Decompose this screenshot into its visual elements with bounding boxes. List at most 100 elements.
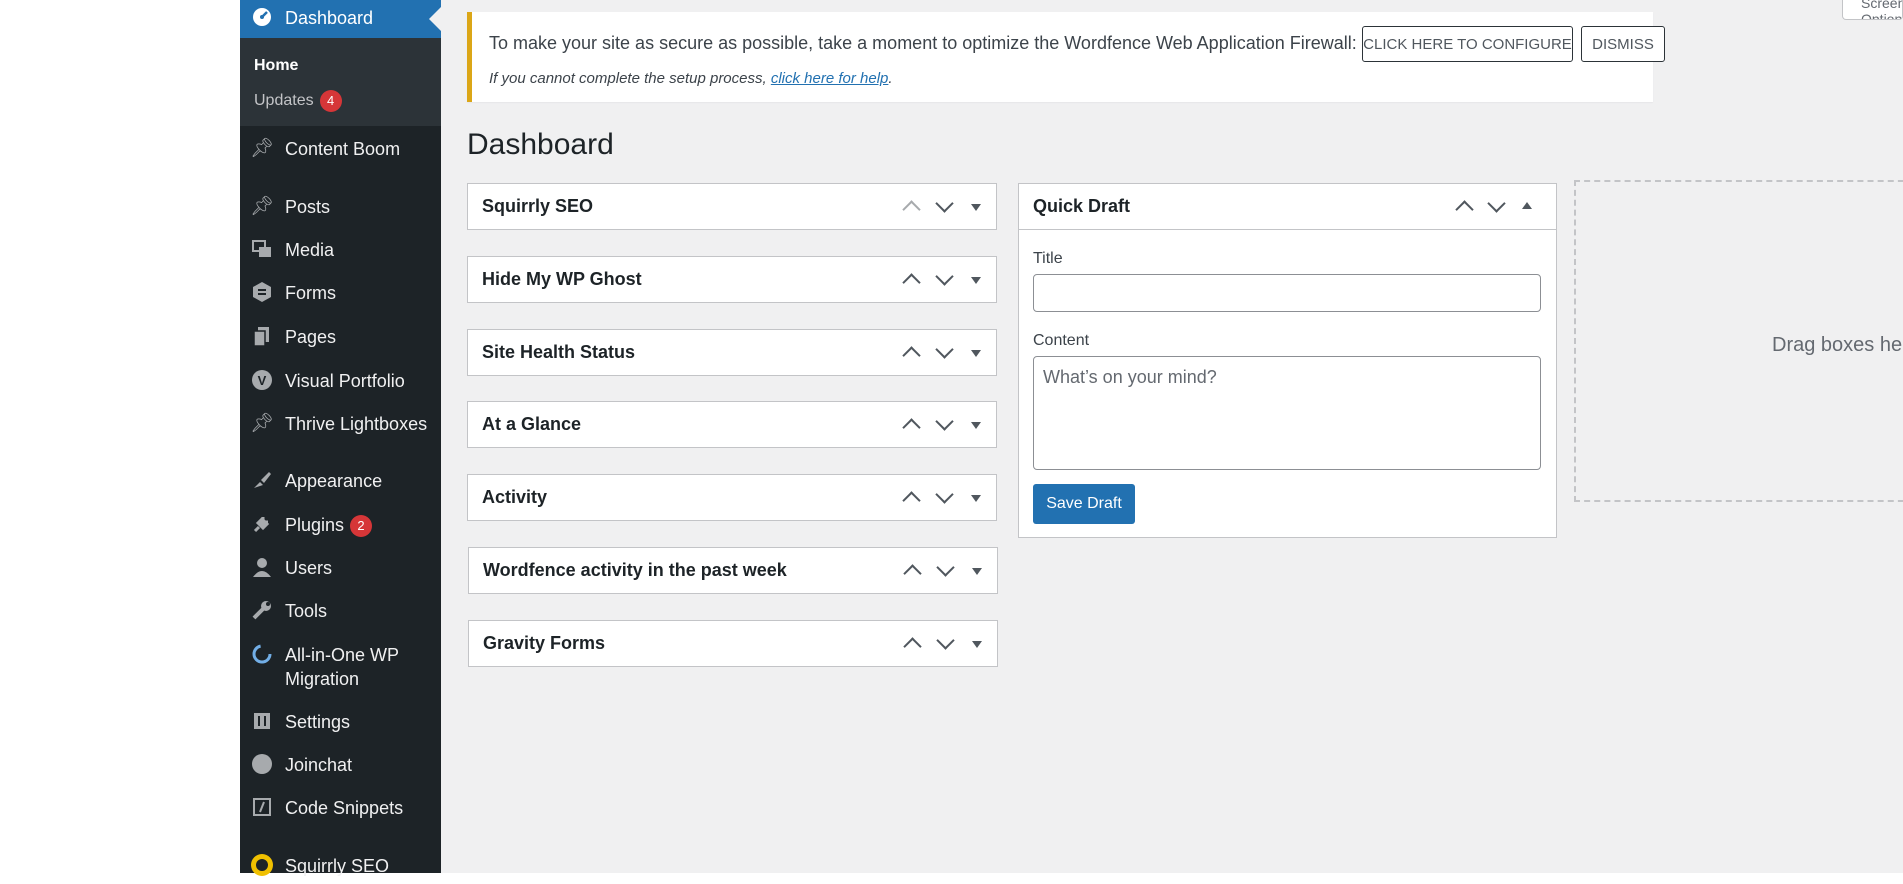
move-down-button[interactable]: [930, 548, 960, 592]
squirrly-icon: [250, 853, 274, 877]
caret-down-icon: [971, 277, 981, 284]
move-up-button[interactable]: [897, 621, 927, 665]
sidebar-item-all-in-one-migration[interactable]: All-in-One WP Migration: [240, 636, 441, 692]
brush-icon: [250, 469, 274, 493]
sidebar-label: Thrive Lightboxes: [285, 414, 428, 434]
widget-title[interactable]: Activity: [482, 487, 547, 508]
configure-button[interactable]: CLICK HERE TO CONFIGURE: [1362, 26, 1573, 62]
content-label: Content: [1033, 332, 1090, 349]
dashboard-submenu: Home Updates 4: [240, 38, 441, 126]
plugins-label: Plugins: [285, 515, 345, 535]
widget-wordfence-activity: Wordfence activity in the past week: [468, 547, 998, 594]
widget-title[interactable]: Quick Draft: [1033, 196, 1130, 217]
widget-title[interactable]: Squirrly SEO: [482, 196, 593, 217]
visual-portfolio-icon: V: [250, 369, 274, 393]
toggle-panel-button[interactable]: [962, 621, 992, 665]
sidebar-item-dashboard[interactable]: Dashboard: [240, 0, 441, 38]
help-link[interactable]: click here for help: [771, 70, 889, 87]
sidebar-item-tools[interactable]: Tools: [240, 592, 441, 628]
sidebar-item-code-snippets[interactable]: Code Snippets: [240, 789, 441, 825]
submenu-updates[interactable]: Updates 4: [254, 90, 342, 112]
move-down-button[interactable]: [929, 402, 959, 446]
sidebar-item-posts[interactable]: 📌︎ Posts: [240, 188, 441, 224]
move-down-button[interactable]: [930, 621, 960, 665]
current-arrow: [429, 7, 441, 31]
sidebar-item-visual-portfolio[interactable]: V Visual Portfolio: [240, 362, 441, 398]
pin-icon: 📌︎: [250, 413, 275, 434]
sidebar-label: Content Boom: [285, 139, 401, 159]
sidebar-item-thrive-lightboxes[interactable]: 📌︎ Thrive Lightboxes: [240, 405, 441, 441]
move-down-button[interactable]: [929, 475, 959, 519]
widget-hide-my-wp-ghost: Hide My WP Ghost: [467, 256, 997, 303]
svg-text:V: V: [258, 373, 267, 388]
move-up-button[interactable]: [896, 184, 926, 228]
widget-title[interactable]: Hide My WP Ghost: [482, 269, 642, 290]
move-up-button[interactable]: [1449, 184, 1479, 228]
move-up-button[interactable]: [896, 330, 926, 374]
toggle-panel-button[interactable]: [961, 184, 991, 228]
toggle-panel-button[interactable]: [962, 548, 992, 592]
sidebar-label: Forms: [285, 283, 336, 303]
toggle-panel-button[interactable]: [961, 402, 991, 446]
plugin-icon: [250, 513, 274, 537]
sidebar-label: Squirrly SEO: [285, 856, 390, 876]
media-icon: [250, 238, 274, 262]
move-up-button[interactable]: [896, 402, 926, 446]
sidebar-item-plugins[interactable]: Plugins 2: [240, 506, 441, 542]
wordfence-notice: To make your site as secure as possible,…: [467, 12, 1665, 102]
toggle-panel-button[interactable]: [1512, 184, 1542, 228]
sidebar-label: Joinchat: [285, 755, 353, 775]
widget-title[interactable]: Wordfence activity in the past week: [483, 560, 787, 581]
chevron-up-icon: [902, 200, 921, 219]
sidebar-label: Pages: [285, 327, 337, 347]
widget-title[interactable]: Site Health Status: [482, 342, 635, 363]
sidebar-item-squirrly-seo[interactable]: Squirrly SEO: [240, 847, 441, 883]
wrench-icon: [250, 599, 274, 623]
page-title: Dashboard: [467, 128, 614, 161]
screen-options-button[interactable]: Screen Options: [1842, 0, 1903, 20]
widget-site-health-status: Site Health Status: [467, 329, 997, 376]
title-input[interactable]: [1033, 274, 1541, 312]
sidebar-item-pages[interactable]: Pages: [240, 318, 441, 354]
move-down-button[interactable]: [929, 257, 959, 301]
sidebar-label: Code Snippets: [285, 798, 404, 818]
sidebar-label: All-in-One WP: [285, 645, 400, 665]
dropzone-text: Drag boxes here: [1772, 334, 1903, 356]
admin-sidebar: Dashboard Home Updates 4 📌︎ Content Boom …: [240, 0, 441, 876]
caret-down-icon: [971, 495, 981, 502]
submenu-home[interactable]: Home: [254, 57, 298, 75]
toggle-panel-button[interactable]: [961, 257, 991, 301]
plugins-count-badge: 2: [350, 515, 373, 538]
toggle-panel-button[interactable]: [961, 475, 991, 519]
user-icon: [250, 556, 274, 580]
toggle-panel-button[interactable]: [961, 330, 991, 374]
sidebar-item-forms[interactable]: Forms: [240, 274, 441, 310]
sidebar-label: Posts: [285, 197, 331, 217]
sidebar-item-content-boom[interactable]: 📌︎ Content Boom: [240, 130, 441, 166]
chevron-up-icon: [1455, 200, 1474, 219]
save-draft-button[interactable]: Save Draft: [1033, 484, 1135, 524]
widget-title[interactable]: Gravity Forms: [483, 633, 605, 654]
content-textarea[interactable]: [1033, 356, 1541, 470]
sidebar-item-joinchat[interactable]: Joinchat: [240, 746, 441, 782]
chevron-down-icon: [935, 412, 954, 431]
sidebar-item-appearance[interactable]: Appearance: [240, 462, 441, 498]
sidebar-label: Tools: [285, 601, 328, 621]
caret-down-icon: [971, 422, 981, 429]
chevron-down-icon: [935, 194, 954, 213]
move-down-button[interactable]: [929, 184, 959, 228]
pin-icon: 📌︎: [250, 196, 275, 217]
chevron-up-icon: [902, 491, 921, 510]
sidebar-item-media[interactable]: Media: [240, 231, 441, 267]
caret-down-icon: [971, 204, 981, 211]
sidebar-item-settings[interactable]: Settings: [240, 703, 441, 739]
move-up-button[interactable]: [897, 548, 927, 592]
move-down-button[interactable]: [929, 330, 959, 374]
widget-title[interactable]: At a Glance: [482, 414, 581, 435]
sidebar-item-users[interactable]: Users: [240, 549, 441, 585]
submenu-updates-label: Updates: [254, 92, 314, 110]
move-up-button[interactable]: [896, 475, 926, 519]
dismiss-button[interactable]: DISMISS: [1581, 26, 1665, 62]
move-up-button[interactable]: [896, 257, 926, 301]
move-down-button[interactable]: [1481, 184, 1511, 228]
